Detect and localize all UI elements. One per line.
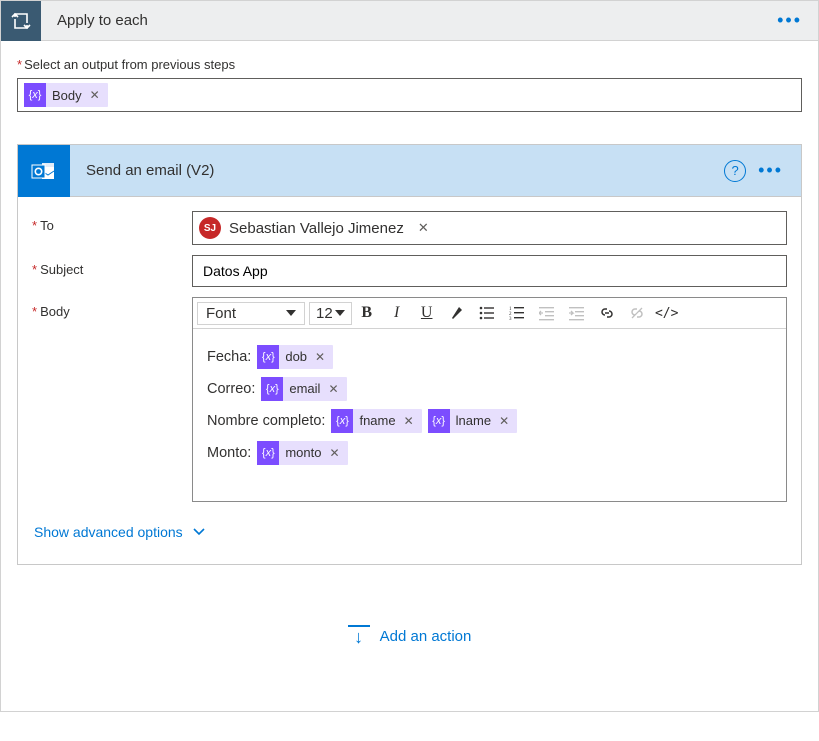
send-email-card: Send an email (V2) ? ••• *To SJ Sebastia… [17,144,802,565]
token-label: monto [285,439,321,467]
row-to: *To SJ Sebastian Vallejo Jimenez ✕ [32,211,787,245]
expression-icon: {x} [257,345,279,369]
expression-icon: {x} [428,409,450,433]
body-line: Correo: {x} email✕ [207,375,772,403]
token-remove-icon[interactable]: ✕ [402,407,416,435]
subject-input[interactable] [192,255,787,287]
apply-to-each-header[interactable]: Apply to each ••• [1,1,818,41]
to-field[interactable]: SJ Sebastian Vallejo Jimenez ✕ [192,211,787,245]
bullet-list-button[interactable] [472,300,502,326]
rte-toolbar: Font 12 B I U [193,298,786,329]
color-button[interactable] [442,300,472,326]
token-remove-icon[interactable]: ✕ [497,407,511,435]
label-body: *Body [32,297,192,319]
send-email-title: Send an email (V2) [70,162,724,179]
recipient-chip[interactable]: SJ Sebastian Vallejo Jimenez ✕ [199,217,443,239]
apply-body: *Select an output from previous steps {x… [1,41,818,711]
svg-text:3: 3 [509,317,512,321]
row-subject: *Subject [32,255,787,287]
font-picker[interactable]: Font [197,302,305,325]
token-fname[interactable]: {x} fname✕ [331,409,421,433]
link-button[interactable] [592,300,622,326]
token-label: fname [359,407,395,435]
token-remove-icon[interactable]: ✕ [88,88,102,102]
bold-button[interactable]: B [352,300,382,326]
show-advanced-options-link[interactable]: Show advanced options [32,512,207,546]
token-label: email [289,375,320,403]
token-body[interactable]: {x} Body ✕ [24,83,108,107]
email-form: *To SJ Sebastian Vallejo Jimenez ✕ *Subj… [18,197,801,564]
expression-icon: {x} [24,83,46,107]
email-more-button[interactable]: ••• [758,160,801,181]
token-monto[interactable]: {x} monto✕ [257,441,347,465]
output-field[interactable]: {x} Body ✕ [17,78,802,112]
loop-icon [1,1,41,41]
add-action-button[interactable]: Add an action [17,565,802,687]
token-email[interactable]: {x} email✕ [261,377,346,401]
apply-more-button[interactable]: ••• [761,10,818,31]
help-icon[interactable]: ? [724,160,746,182]
label-subject: *Subject [32,255,192,277]
body-line: Fecha: {x} dob ✕ [207,343,772,371]
number-list-button[interactable]: 123 [502,300,532,326]
underline-button[interactable]: U [412,300,442,326]
remove-recipient-icon[interactable]: ✕ [412,220,435,236]
token-remove-icon[interactable]: ✕ [313,343,327,371]
row-body: *Body Font 12 B I U [32,297,787,502]
body-text: Nombre completo: [207,407,325,435]
indent-button[interactable] [562,300,592,326]
label-to: *To [32,211,192,233]
body-line: Nombre completo:{x}fname✕{x}lname✕ [207,407,772,435]
expression-icon: {x} [257,441,279,465]
token-lname[interactable]: {x} lname✕ [428,409,517,433]
body-text: Fecha: [207,343,251,371]
rte-body[interactable]: Fecha:{x}dob✕Correo:{x}email✕Nombre comp… [193,329,786,501]
body-text: Correo: [207,375,255,403]
send-email-header[interactable]: Send an email (V2) ? ••• [18,145,801,197]
unlink-button[interactable] [622,300,652,326]
recipient-name: Sebastian Vallejo Jimenez [229,220,404,237]
expression-icon: {x} [331,409,353,433]
token-remove-icon[interactable]: ✕ [327,439,341,467]
avatar: SJ [199,217,221,239]
apply-to-each-title: Apply to each [41,12,761,29]
font-size-picker[interactable]: 12 [309,302,352,325]
chevron-down-icon [193,528,205,536]
add-action-icon [348,625,370,647]
outlook-icon [18,145,70,197]
code-view-button[interactable]: </> [652,300,682,326]
token-label: lname [456,407,491,435]
token-remove-icon[interactable]: ✕ [326,375,340,403]
chevron-down-icon [286,310,296,316]
outdent-button[interactable] [532,300,562,326]
token-label: dob [285,343,307,371]
apply-to-each-card: Apply to each ••• *Select an output from… [0,0,819,712]
chevron-down-icon [335,310,345,316]
body-line: Monto: {x} monto✕ [207,439,772,467]
italic-button[interactable]: I [382,300,412,326]
expression-icon: {x} [261,377,283,401]
token-dob[interactable]: {x} dob ✕ [257,345,333,369]
output-label: *Select an output from previous steps [17,57,802,72]
rich-text-editor: Font 12 B I U [192,297,787,502]
body-text: Monto: [207,439,251,467]
